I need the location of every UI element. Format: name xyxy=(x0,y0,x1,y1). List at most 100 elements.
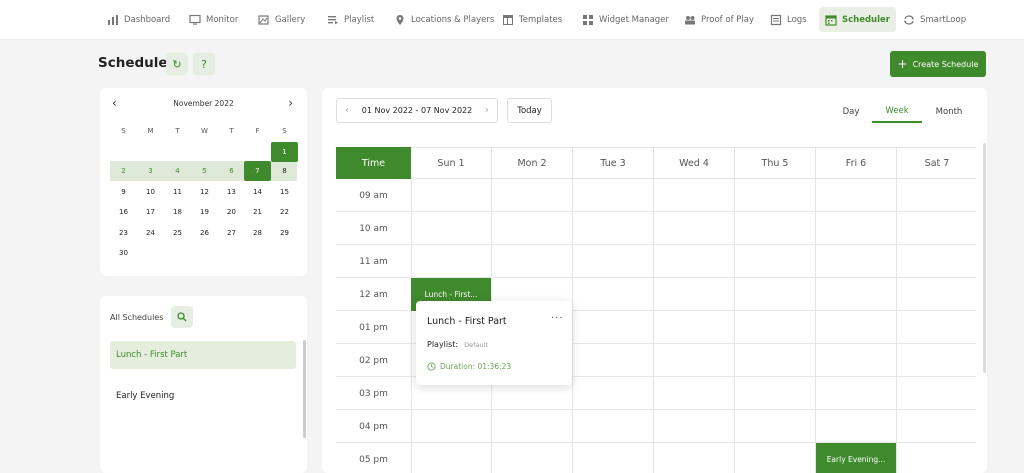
calendar-day[interactable]: 1 xyxy=(271,142,298,162)
calendar-day[interactable]: 23 xyxy=(110,223,137,243)
tab-month[interactable]: Month xyxy=(928,101,970,123)
calendar-event[interactable]: Early Evening... xyxy=(816,443,896,473)
hour-label: 09 am xyxy=(359,190,388,201)
calendar-day[interactable]: 25 xyxy=(164,223,191,243)
hour-row[interactable]: 10 am xyxy=(336,212,976,245)
calendar-day[interactable]: 15 xyxy=(271,182,298,202)
calendar-day[interactable]: 14 xyxy=(244,182,271,202)
calendar-day[interactable]: 26 xyxy=(191,223,218,243)
grid-column-line xyxy=(896,179,897,473)
location-pin-icon xyxy=(396,14,404,25)
grid-column-line xyxy=(734,179,735,473)
weekday-label: S xyxy=(282,127,287,135)
hour-row[interactable]: 04 pm xyxy=(336,410,976,443)
calendar-day[interactable]: 30 xyxy=(110,243,137,263)
plus-icon: + xyxy=(897,57,908,71)
calendar-day[interactable]: 27 xyxy=(218,223,245,243)
calendar-day[interactable]: 13 xyxy=(218,182,245,202)
nav-item-logs[interactable]: Logs xyxy=(764,7,813,32)
create-schedule-button[interactable]: + Create Schedule xyxy=(890,51,986,77)
nav-label: SmartLoop xyxy=(920,14,967,25)
chevron-right-icon[interactable]: › xyxy=(477,105,497,116)
nav-item-scheduler[interactable]: Scheduler xyxy=(819,7,896,32)
schedule-item-early-evening[interactable]: Early Evening xyxy=(110,382,296,410)
nav-label: Monitor xyxy=(206,14,239,25)
playlist-label: Playlist: xyxy=(427,340,459,349)
schedule-label: Lunch - First Part xyxy=(116,350,188,360)
nav-item-proof-of-play[interactable]: Proof of Play xyxy=(678,7,760,32)
calendar-day[interactable]: 11 xyxy=(164,182,191,202)
calendar-day[interactable]: 6 xyxy=(218,161,245,181)
calendar-day[interactable]: 3 xyxy=(137,161,164,181)
calendar-day[interactable]: 28 xyxy=(244,223,271,243)
refresh-icon: ↻ xyxy=(172,57,182,71)
calendar-day[interactable]: 12 xyxy=(191,182,218,202)
schedule-item-lunch[interactable]: Lunch - First Part xyxy=(110,341,296,369)
calendar-day[interactable]: 17 xyxy=(137,202,164,222)
nav-item-playlist[interactable]: Playlist xyxy=(321,7,380,32)
search-button[interactable] xyxy=(171,306,193,328)
schedules-scrollbar[interactable] xyxy=(303,340,306,438)
more-options-icon[interactable]: ··· xyxy=(551,313,564,324)
calendar-day[interactable]: 5 xyxy=(191,161,218,181)
calendar-day[interactable]: 18 xyxy=(164,202,191,222)
day-column-header[interactable]: Mon 2 xyxy=(492,147,573,179)
calendar-day[interactable]: 4 xyxy=(164,161,191,181)
proof-of-play-icon xyxy=(685,15,695,24)
hour-label: 01 pm xyxy=(359,322,388,333)
widget-grid-icon xyxy=(583,14,593,25)
calendar-day[interactable]: 20 xyxy=(218,202,245,222)
clock-icon xyxy=(427,362,436,371)
calendar-scrollbar[interactable] xyxy=(983,143,986,373)
chevron-left-icon[interactable]: ‹ xyxy=(337,105,357,116)
hour-label: 03 pm xyxy=(359,388,388,399)
calendar-day[interactable]: 29 xyxy=(271,223,298,243)
weekday-label: M xyxy=(147,127,154,135)
calendar-day[interactable]: 2 xyxy=(110,161,137,181)
calendar-day[interactable]: 24 xyxy=(137,223,164,243)
schedule-label: Early Evening xyxy=(116,391,175,401)
nav-item-monitor[interactable]: Monitor xyxy=(183,7,244,32)
day-column-header[interactable]: Sat 7 xyxy=(897,147,976,179)
popup-duration: Duration: 01:36:23 xyxy=(427,362,511,371)
nav-item-templates[interactable]: Templates xyxy=(496,7,568,32)
hour-label: 05 pm xyxy=(359,454,388,465)
help-button[interactable]: ? xyxy=(193,53,215,75)
calendar-day[interactable]: 9 xyxy=(110,182,137,202)
day-column-header[interactable]: Sun 1 xyxy=(411,147,492,179)
loop-icon xyxy=(904,14,914,25)
date-range-selector[interactable]: ‹ 01 Nov 2022 - 07 Nov 2022 › xyxy=(336,98,498,123)
tab-week[interactable]: Week xyxy=(872,101,922,123)
calendar-day[interactable]: 21 xyxy=(244,202,271,222)
nav-label: Gallery xyxy=(275,14,306,25)
nav-item-widget-manager[interactable]: Widget Manager xyxy=(576,7,675,32)
logs-icon xyxy=(770,14,782,25)
nav-item-locations-players[interactable]: Locations & Players xyxy=(388,7,500,32)
day-column-header[interactable]: Fri 6 xyxy=(816,147,897,179)
popup-playlist: Playlist: Default xyxy=(427,340,488,349)
day-column-header[interactable]: Tue 3 xyxy=(573,147,654,179)
tab-day[interactable]: Day xyxy=(835,101,867,123)
hour-label: 11 am xyxy=(359,256,388,267)
day-column-header[interactable]: Wed 4 xyxy=(654,147,735,179)
hour-row[interactable]: 11 am xyxy=(336,245,976,278)
calendar-day[interactable]: 22 xyxy=(271,202,298,222)
chevron-right-icon[interactable]: › xyxy=(288,96,293,110)
calendar-day[interactable]: 10 xyxy=(137,182,164,202)
nav-item-gallery[interactable]: Gallery xyxy=(252,7,311,32)
weekday-label: F xyxy=(255,127,260,135)
hour-row[interactable]: 09 am xyxy=(336,179,976,212)
popup-title: Lunch - First Part xyxy=(427,316,507,327)
calendar-day[interactable]: 16 xyxy=(110,202,137,222)
hour-label: 04 pm xyxy=(359,421,388,432)
nav-item-smartloop[interactable]: SmartLoop xyxy=(897,7,972,32)
calendar-day[interactable]: 8 xyxy=(271,161,298,181)
refresh-button[interactable]: ↻ xyxy=(166,53,188,75)
calendar-day[interactable]: 19 xyxy=(191,202,218,222)
today-button[interactable]: Today xyxy=(507,98,552,123)
monitor-icon xyxy=(189,14,201,25)
calendar-day[interactable]: 7 xyxy=(244,161,271,181)
day-column-header[interactable]: Thu 5 xyxy=(735,147,816,179)
mini-calendar-month: November 2022 xyxy=(173,99,234,108)
nav-item-dashboard[interactable]: Dashboard xyxy=(101,7,176,32)
